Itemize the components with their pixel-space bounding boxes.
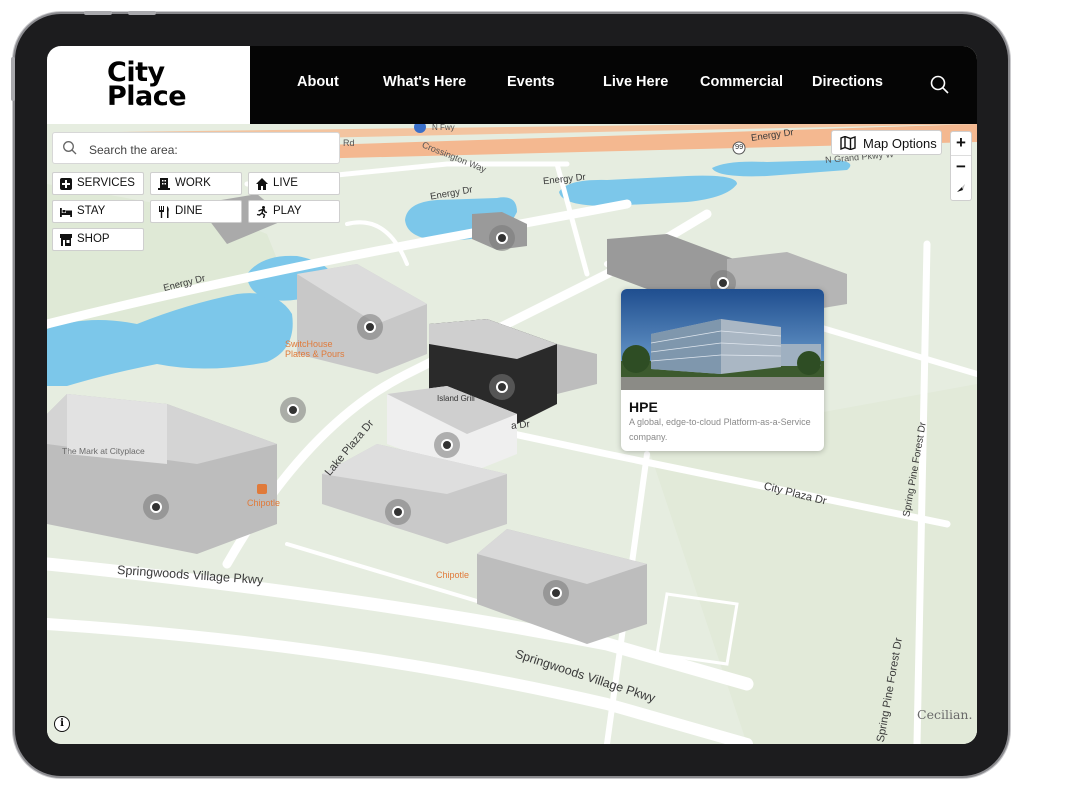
category-label: STAY — [77, 205, 106, 217]
place-popup-card[interactable]: HPE A global, edge-to-cloud Platform-as-… — [621, 289, 824, 451]
category-label: DINE — [175, 205, 203, 217]
street-label: N Fwy — [432, 123, 455, 132]
map-marker[interactable] — [543, 580, 569, 606]
zoom-out-button[interactable]: − — [951, 155, 971, 178]
store-icon — [60, 234, 72, 246]
street-label: a Dr — [510, 419, 531, 432]
nav-whats-here[interactable]: What's Here — [383, 74, 466, 90]
street-label: Rd — [343, 138, 355, 148]
map-options-button[interactable]: Map Options — [831, 130, 942, 155]
category-dine-button[interactable]: DINE — [150, 200, 242, 223]
category-label: SHOP — [77, 233, 110, 245]
home-icon — [256, 178, 268, 190]
nav-live-here[interactable]: Live Here — [603, 74, 668, 90]
place-label: SwitcHouse — [285, 339, 333, 349]
info-icon[interactable]: i — [54, 716, 70, 732]
search-icon[interactable] — [927, 72, 953, 98]
category-label: LIVE — [273, 177, 298, 189]
map-view[interactable]: N Fwy Rd 99 Crossington Way Energy Dr En… — [47, 123, 977, 744]
map-marker[interactable] — [434, 432, 460, 458]
place-label: The Mark at Cityplace — [62, 446, 145, 456]
restaurant-poi-icon — [257, 484, 267, 494]
map-marker[interactable] — [385, 499, 411, 525]
map-marker[interactable] — [280, 397, 306, 423]
category-services-button[interactable]: SERVICES — [52, 172, 144, 195]
zoom-in-button[interactable]: + — [951, 132, 971, 154]
tablet-volume-button — [11, 57, 15, 101]
nav-directions[interactable]: Directions — [812, 74, 883, 90]
place-label: Chipotle — [436, 570, 470, 580]
popup-description: A global, edge-to-cloud Platform-as-a-Se… — [629, 417, 811, 442]
category-label: WORK — [175, 177, 211, 189]
map-marker[interactable] — [143, 494, 169, 520]
nav-events[interactable]: Events — [507, 74, 555, 90]
tablet-top-button — [128, 11, 156, 15]
tablet-top-button — [84, 11, 112, 15]
watermark-logo: Cecilian. — [917, 707, 973, 722]
category-label: PLAY — [273, 205, 302, 217]
category-live-button[interactable]: LIVE — [248, 172, 340, 195]
map-marker[interactable] — [357, 314, 383, 340]
category-play-button[interactable]: PLAY — [248, 200, 340, 223]
zoom-control: + − — [950, 131, 972, 201]
category-stay-button[interactable]: STAY — [52, 200, 144, 223]
category-label: SERVICES — [77, 177, 135, 189]
compass-icon[interactable] — [955, 182, 967, 194]
place-label: Island Grill — [437, 394, 475, 403]
map-marker[interactable] — [489, 374, 515, 400]
place-label: Plates & Pours — [285, 349, 345, 359]
popup-title: HPE — [629, 399, 658, 415]
category-shop-button[interactable]: SHOP — [52, 228, 144, 251]
highway-shield-label: 99 — [735, 142, 744, 151]
nav-commercial[interactable]: Commercial — [700, 74, 783, 90]
utensils-icon — [159, 206, 169, 218]
brand-line-2: Place — [107, 81, 187, 112]
place-label: Chipotle — [247, 498, 281, 508]
map-search-box — [52, 132, 340, 164]
site-header: City Place About What's Here Events Live… — [47, 46, 977, 124]
running-person-icon — [256, 206, 268, 218]
building-photo — [621, 289, 824, 390]
screen: City Place About What's Here Events Live… — [47, 46, 977, 744]
plus-square-icon — [60, 178, 72, 190]
map-search-input[interactable] — [87, 139, 331, 161]
map-icon — [840, 136, 856, 150]
search-icon — [63, 141, 77, 155]
map-marker[interactable] — [489, 225, 515, 251]
nav-about[interactable]: About — [297, 74, 339, 90]
category-work-button[interactable]: WORK — [150, 172, 242, 195]
building-icon — [158, 178, 170, 190]
bed-icon — [60, 208, 72, 217]
brand-logo[interactable]: City Place — [47, 46, 250, 124]
map-options-label: Map Options — [863, 136, 937, 151]
